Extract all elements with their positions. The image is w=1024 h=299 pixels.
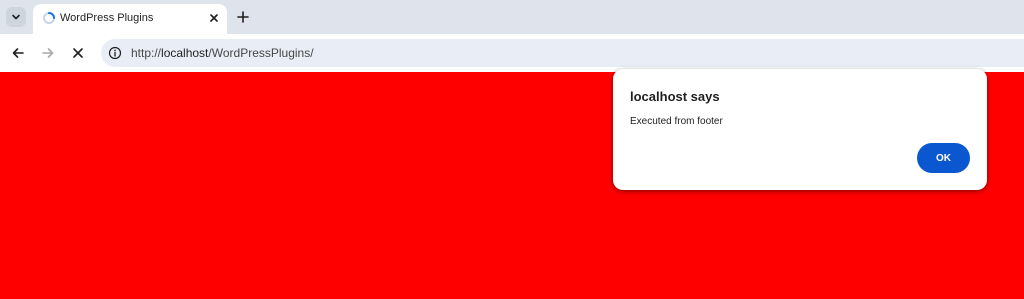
url-host: localhost bbox=[161, 46, 209, 60]
forward-arrow-icon bbox=[42, 48, 54, 58]
alert-dialog: localhost says Executed from footer OK bbox=[613, 69, 987, 190]
browser-window: WordPress Plugins http://localhost/WordP… bbox=[0, 0, 1024, 299]
url-scheme: http:// bbox=[131, 46, 162, 60]
browser-toolbar: http://localhost/WordPressPlugins/ bbox=[0, 34, 1024, 72]
tab-strip: WordPress Plugins bbox=[0, 0, 1024, 34]
forward-button[interactable] bbox=[38, 43, 58, 63]
tab-title: WordPress Plugins bbox=[60, 12, 154, 24]
close-icon bbox=[210, 14, 218, 22]
alert-message: Executed from footer bbox=[630, 116, 723, 127]
address-bar[interactable]: http://localhost/WordPressPlugins/ bbox=[101, 39, 1024, 67]
tab-search-button[interactable] bbox=[6, 7, 26, 27]
address-url[interactable]: http://localhost/WordPressPlugins/ bbox=[131, 46, 314, 60]
url-path: /WordPressPlugins/ bbox=[208, 46, 314, 60]
ok-button[interactable]: OK bbox=[917, 143, 970, 173]
back-arrow-icon bbox=[12, 48, 24, 58]
info-icon[interactable] bbox=[108, 46, 122, 60]
back-button[interactable] bbox=[8, 43, 28, 63]
stop-loading-button[interactable] bbox=[68, 43, 88, 63]
alert-title: localhost says bbox=[630, 89, 720, 104]
tab-wordpress-plugins[interactable]: WordPress Plugins bbox=[33, 4, 227, 34]
loading-spinner-icon bbox=[43, 12, 55, 24]
new-tab-button[interactable] bbox=[233, 7, 253, 27]
stop-icon bbox=[73, 48, 83, 58]
chevron-down-icon bbox=[12, 14, 20, 20]
tab-close-button[interactable] bbox=[206, 10, 222, 26]
plus-icon bbox=[237, 11, 249, 23]
